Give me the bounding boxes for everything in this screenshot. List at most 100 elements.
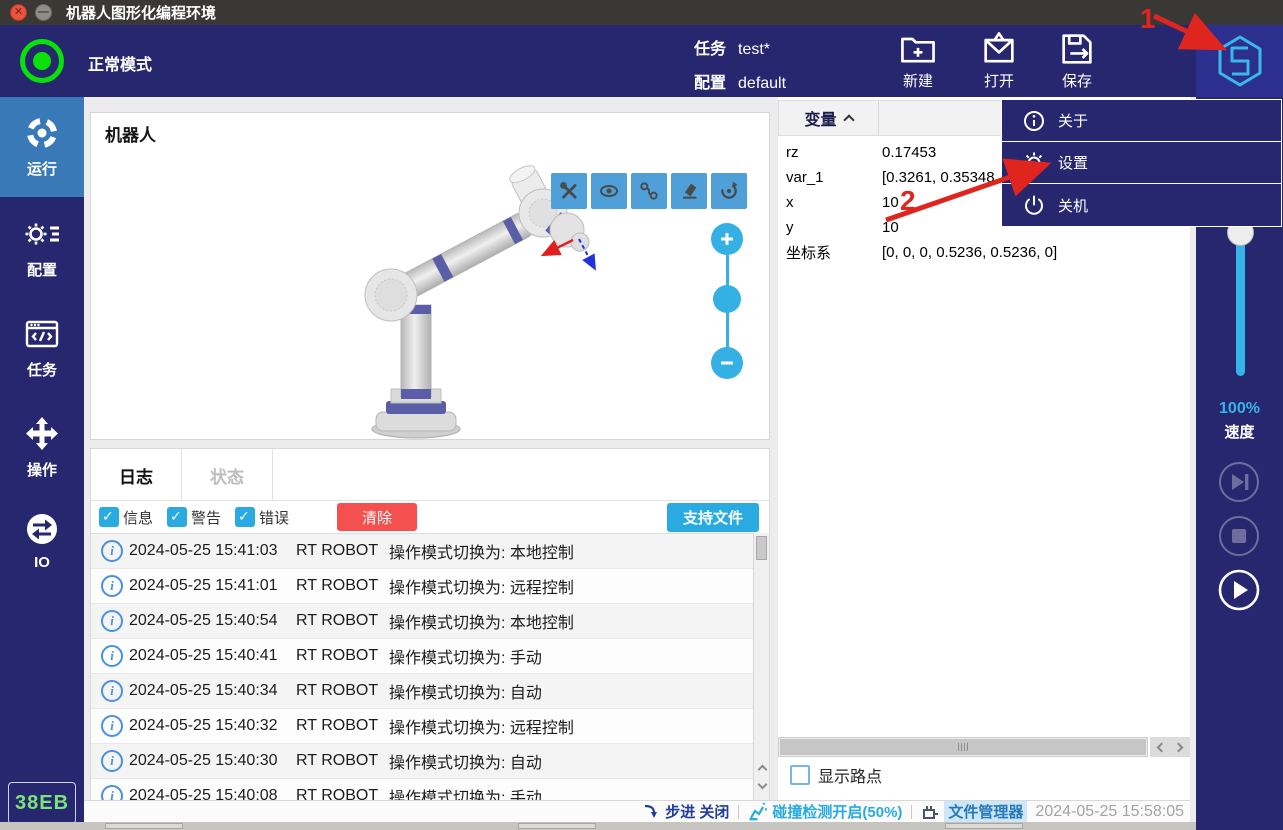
- show-waypoints-row: 显示路点: [790, 763, 882, 787]
- save-button[interactable]: 保存: [1041, 29, 1113, 93]
- skip-next-icon: [1217, 460, 1261, 504]
- scroll-right-button[interactable]: [1170, 737, 1190, 757]
- variables-header-cell[interactable]: 变量: [779, 101, 879, 135]
- info-icon: i: [101, 750, 123, 772]
- variables-hscrollbar[interactable]: [778, 737, 1148, 757]
- visibility-button[interactable]: [591, 173, 627, 209]
- viewport-toolbar: [551, 173, 747, 209]
- status-timestamp: 2024-05-25 15:58:05: [1035, 803, 1184, 821]
- stop-button[interactable]: [1217, 514, 1261, 558]
- tab-status[interactable]: 状态: [182, 449, 273, 501]
- sidebar-item-task[interactable]: 任务: [0, 297, 84, 397]
- sidebar-item-operate[interactable]: 操作: [0, 397, 84, 497]
- menu-item-shutdown[interactable]: 关机: [1002, 184, 1281, 226]
- background-window-fragment: [945, 823, 1023, 829]
- tools-button[interactable]: [551, 173, 587, 209]
- title-bar: ✕ — 机器人图形化编程环境: [0, 0, 1283, 25]
- plus-icon: [719, 231, 735, 247]
- chevron-up-icon: [757, 765, 767, 775]
- new-folder-icon: [898, 29, 938, 69]
- config-label: 配置: [694, 75, 726, 92]
- log-row: i2024-05-25 15:41:03RT ROBOT操作模式切换为: 本地控…: [91, 534, 753, 569]
- robot-3d-panel[interactable]: 机器人: [90, 112, 770, 440]
- sidebar-item-config[interactable]: 配置: [0, 197, 84, 297]
- scroll-left-button[interactable]: [1150, 737, 1170, 757]
- info-icon: i: [101, 715, 123, 737]
- close-icon[interactable]: ✕: [10, 4, 27, 21]
- collapse-caret-icon: [843, 114, 854, 125]
- play-icon: [1217, 568, 1261, 612]
- task-code-icon: [23, 315, 61, 353]
- hscrollbar-thumb[interactable]: [780, 739, 1146, 755]
- open-button[interactable]: 打开: [963, 29, 1035, 93]
- file-manager-status[interactable]: 文件管理器: [921, 801, 1027, 822]
- path-nodes-icon: [637, 179, 661, 203]
- zoom-in-button[interactable]: [711, 223, 743, 255]
- background-window-fragment: [105, 823, 183, 829]
- log-row: i2024-05-25 15:40:41RT ROBOT操作模式切换为: 手动: [91, 639, 753, 674]
- main-menu-button[interactable]: [1196, 25, 1283, 97]
- config-row: 配置default: [694, 69, 786, 93]
- path-button[interactable]: [631, 173, 667, 209]
- zoom-control: [710, 223, 744, 379]
- sidebar-item-run[interactable]: 运行: [0, 97, 84, 197]
- new-button[interactable]: 新建: [882, 29, 954, 93]
- erase-button[interactable]: [671, 173, 707, 209]
- show-waypoints-checkbox[interactable]: [790, 765, 810, 785]
- menu-item-about[interactable]: 关于: [1002, 100, 1281, 142]
- run-icon: [23, 116, 61, 152]
- app-dropdown-menu: 关于 设置 关机: [1001, 99, 1282, 227]
- collision-detect-status[interactable]: 碰撞检测开启(50%): [748, 801, 902, 822]
- menu-item-settings[interactable]: 设置: [1002, 142, 1281, 184]
- filter-info-checkbox[interactable]: 信息: [99, 507, 153, 528]
- zoom-out-button[interactable]: [711, 347, 743, 379]
- reset-view-button[interactable]: [711, 173, 747, 209]
- zoom-slider-knob[interactable]: [713, 285, 741, 313]
- step-mode-status[interactable]: 步进 关闭: [643, 801, 729, 822]
- support-file-button[interactable]: 支持文件: [667, 503, 759, 532]
- clear-log-button[interactable]: 清除: [337, 503, 417, 531]
- io-swap-icon: [23, 512, 61, 548]
- minimize-icon[interactable]: —: [35, 4, 52, 21]
- top-header: 正常模式 任务 test* 配置default 新建 打开 保存: [0, 25, 1283, 97]
- log-row: i2024-05-25 15:40:34RT ROBOT操作模式切换为: 自动: [91, 674, 753, 709]
- info-icon: i: [101, 680, 123, 702]
- scroll-up-button[interactable]: [756, 761, 768, 775]
- step-button[interactable]: [1217, 460, 1261, 504]
- sidebar-item-io[interactable]: IO: [0, 497, 84, 585]
- info-icon: i: [101, 785, 123, 800]
- app-window: ✕ — 机器人图形化编程环境 正常模式 任务 test* 配置default 新建…: [0, 0, 1283, 830]
- variable-row[interactable]: 坐标系[0, 0, 0, 0.5236, 0.5236, 0]: [778, 240, 1190, 265]
- log-list: i2024-05-25 15:41:03RT ROBOT操作模式切换为: 本地控…: [91, 533, 753, 800]
- mode-label: 正常模式: [88, 51, 152, 75]
- move-arrows-icon: [23, 415, 61, 453]
- usb-drive-icon: [921, 804, 939, 820]
- left-nav: 运行 配置 任务 操作: [0, 97, 84, 830]
- config-gear-icon: [23, 215, 61, 253]
- log-scrollbar-thumb[interactable]: [756, 536, 767, 560]
- power-icon: [1022, 194, 1046, 216]
- info-circle-icon: [1022, 110, 1046, 132]
- speed-percent: 100%: [1196, 400, 1283, 418]
- play-button[interactable]: [1217, 568, 1261, 612]
- log-scrollbar[interactable]: [753, 533, 769, 800]
- tab-log[interactable]: 日志: [91, 449, 182, 501]
- info-icon: i: [101, 645, 123, 667]
- window-title: 机器人图形化编程环境: [66, 2, 216, 23]
- status-divider: [911, 805, 912, 819]
- info-icon: i: [101, 610, 123, 632]
- filter-warning-checkbox[interactable]: 警告: [167, 507, 221, 528]
- eraser-icon: [677, 179, 701, 203]
- robot-3d-viewport[interactable]: [91, 113, 769, 439]
- scroll-down-button[interactable]: [756, 779, 768, 793]
- eye-icon: [597, 179, 621, 203]
- speed-slider-track[interactable]: [1236, 230, 1245, 376]
- chevron-down-icon: [757, 780, 767, 790]
- log-row: i2024-05-25 15:41:01RT ROBOT操作模式切换为: 远程控…: [91, 569, 753, 604]
- task-value: test*: [738, 41, 770, 58]
- filter-error-checkbox[interactable]: 错误: [235, 507, 289, 528]
- log-tabbar: 日志 状态: [91, 449, 769, 501]
- task-label: 任务: [694, 41, 726, 58]
- open-icon: [979, 29, 1019, 69]
- status-divider: [738, 805, 739, 819]
